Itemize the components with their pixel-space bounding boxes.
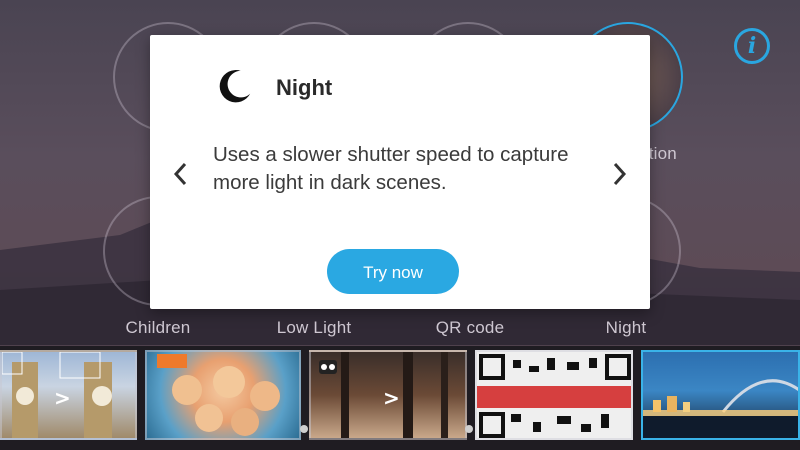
thumb-night-forest[interactable]: > (309, 350, 467, 440)
mode-label: Low Light (276, 318, 352, 337)
moon-icon (219, 70, 251, 103)
page-indicator-dot (465, 425, 473, 433)
thumb-qr-code[interactable] (475, 350, 633, 440)
qr-code-image (477, 352, 631, 438)
mode-label: Night (605, 318, 647, 337)
dialog-description: Uses a slower shutter speed to capture m… (213, 143, 569, 194)
thumb-big-ben[interactable]: > (0, 350, 137, 440)
info-button[interactable]: i (734, 28, 770, 64)
thumb-city-night[interactable] (641, 350, 800, 440)
info-icon: i (747, 33, 757, 59)
thumb-children-selfie[interactable] (145, 350, 301, 440)
city-night-image (643, 379, 798, 438)
dialog-title: Night (276, 75, 333, 100)
chevron-left-icon[interactable] (172, 161, 190, 187)
mode-info-dialog: Night Uses a slower shutter speed to cap… (150, 35, 650, 309)
chevron-right-icon[interactable] (610, 161, 628, 187)
page-indicator-dot (300, 425, 308, 433)
try-now-button[interactable]: Try now (327, 249, 459, 294)
chevron-right-icon: > (54, 386, 71, 410)
mode-label: QR code (435, 318, 505, 337)
mode-label: Children (125, 318, 191, 337)
chevron-right-icon: > (383, 386, 400, 410)
children-selfie-image (157, 354, 280, 436)
